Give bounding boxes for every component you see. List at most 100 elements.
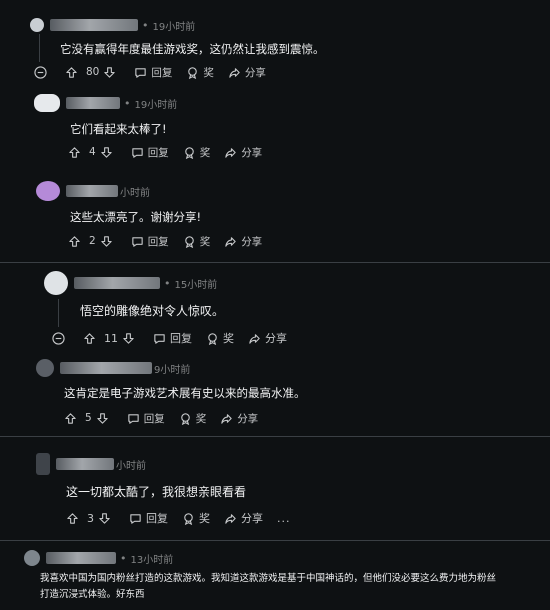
vote-group: 4 — [68, 146, 117, 159]
collapse-icon — [52, 331, 65, 345]
share-button[interactable]: 分享 — [224, 510, 263, 526]
comment-2: • 19小时前 它们看起来太棒了! 4 回复 奖 分享 — [0, 90, 550, 168]
comment-6: 小时前 这一切都太酷了，我很想亲眼看看 3 回复 奖 分享 ... — [0, 437, 550, 535]
more-options-button[interactable]: ... — [277, 512, 291, 525]
award-button[interactable]: 奖 — [206, 330, 234, 346]
avatar[interactable] — [44, 271, 68, 295]
upvote-icon[interactable] — [83, 332, 96, 345]
action-bar: 4 回复 奖 分享 — [68, 143, 276, 161]
reply-button[interactable]: 回复 — [127, 411, 165, 426]
separator-dot: • — [164, 276, 171, 290]
reply-icon — [131, 147, 143, 158]
award-button[interactable]: 奖 — [182, 510, 210, 526]
reply-label: 回复 — [170, 332, 192, 345]
upvote-icon[interactable] — [64, 412, 77, 425]
share-icon — [225, 147, 236, 158]
upvote-icon[interactable] — [66, 512, 79, 525]
share-button[interactable]: 分享 — [228, 65, 266, 80]
reply-label: 回复 — [143, 412, 165, 425]
reply-icon — [127, 413, 139, 424]
avatar[interactable] — [34, 94, 60, 112]
comment-text: 这些太漂亮了。谢谢分享! — [70, 210, 202, 224]
vote-count: 3 — [87, 511, 94, 525]
award-icon — [188, 66, 198, 79]
share-icon — [221, 413, 232, 424]
comment-1: • 19小时前 它没有赢得年度最佳游戏奖，这仍然让我感到震惊。 80 回复 奖 … — [0, 0, 550, 90]
timestamp: 19小时前 — [152, 21, 196, 33]
upvote-icon[interactable] — [68, 235, 81, 248]
action-bar: 3 回复 奖 分享 ... — [66, 509, 305, 527]
timestamp: 19小时前 — [134, 99, 178, 111]
award-button[interactable]: 奖 — [183, 234, 210, 249]
comment-3-header: 小时前 — [36, 181, 150, 201]
reply-button[interactable]: 回复 — [131, 234, 169, 249]
thread-line[interactable] — [39, 34, 40, 62]
share-icon — [225, 513, 236, 524]
vote-count: 11 — [104, 331, 118, 345]
share-button[interactable]: 分享 — [224, 145, 262, 160]
avatar[interactable] — [36, 181, 60, 201]
username[interactable] — [60, 362, 152, 374]
username[interactable] — [66, 97, 120, 109]
username[interactable] — [66, 185, 118, 197]
award-button[interactable]: 奖 — [186, 65, 214, 80]
share-icon — [249, 333, 260, 344]
award-label: 奖 — [203, 66, 214, 79]
reply-icon — [154, 333, 165, 344]
timestamp: 小时前 — [116, 460, 146, 472]
share-button[interactable]: 分享 — [220, 411, 258, 426]
vote-count: 4 — [89, 146, 96, 158]
username[interactable] — [46, 552, 116, 564]
downvote-icon[interactable] — [98, 512, 111, 525]
reply-button[interactable]: 回复 — [131, 145, 169, 160]
downvote-icon[interactable] — [100, 146, 113, 159]
avatar[interactable] — [30, 18, 44, 32]
username[interactable] — [50, 19, 138, 31]
reply-button[interactable]: 回复 — [153, 330, 192, 346]
vote-group: 5 — [64, 412, 113, 425]
share-label: 分享 — [237, 412, 259, 425]
award-label: 奖 — [199, 146, 211, 159]
comment-2-header: • 19小时前 — [34, 94, 177, 112]
comment-text: 这肯定是电子游戏艺术展有史以来的最高水准。 — [64, 386, 306, 400]
timestamp: 9小时前 — [154, 364, 191, 376]
award-label: 奖 — [199, 512, 210, 525]
downvote-icon[interactable] — [96, 412, 109, 425]
share-label: 分享 — [241, 512, 263, 525]
username[interactable] — [56, 458, 114, 470]
collapse-thread-button[interactable] — [34, 65, 51, 79]
comment-4-header: • 15小时前 — [44, 271, 217, 295]
avatar[interactable] — [36, 359, 54, 377]
username[interactable] — [74, 277, 160, 289]
share-button[interactable]: 分享 — [224, 234, 262, 249]
separator-dot: • — [124, 96, 131, 110]
downvote-icon[interactable] — [100, 235, 113, 248]
vote-group: 2 — [68, 235, 117, 248]
collapse-icon — [34, 65, 47, 79]
collapse-thread-button[interactable] — [52, 331, 69, 345]
reply-icon — [130, 513, 141, 524]
avatar[interactable] — [36, 453, 50, 475]
share-button[interactable]: 分享 — [248, 330, 287, 346]
award-button[interactable]: 奖 — [183, 145, 211, 160]
reply-button[interactable]: 回复 — [134, 65, 172, 80]
comment-text: 这一切都太酷了，我很想亲眼看看 — [66, 485, 247, 499]
downvote-icon[interactable] — [103, 66, 116, 79]
comment-text: 我喜欢中国为国内粉丝打造的这款游戏。我知道这款游戏是基于中国神话的，但他们没必要… — [40, 573, 497, 584]
reply-icon — [131, 236, 143, 247]
share-label: 分享 — [241, 146, 263, 159]
action-bar: 11 回复 奖 分享 — [52, 329, 301, 347]
reply-button[interactable]: 回复 — [129, 510, 168, 526]
award-button[interactable]: 奖 — [179, 411, 206, 426]
timestamp: 小时前 — [120, 187, 150, 199]
vote-count: 5 — [85, 412, 92, 424]
comment-3: 小时前 这些太漂亮了。谢谢分享! 2 回复 奖 分享 — [0, 176, 550, 256]
action-bar: 2 回复 奖 分享 — [68, 232, 276, 250]
avatar[interactable] — [24, 550, 40, 566]
downvote-icon[interactable] — [122, 332, 135, 345]
upvote-icon[interactable] — [68, 146, 81, 159]
separator-dot: • — [120, 551, 127, 565]
vote-group: 80 — [65, 66, 120, 79]
upvote-icon[interactable] — [65, 66, 78, 79]
thread-line[interactable] — [58, 299, 59, 327]
